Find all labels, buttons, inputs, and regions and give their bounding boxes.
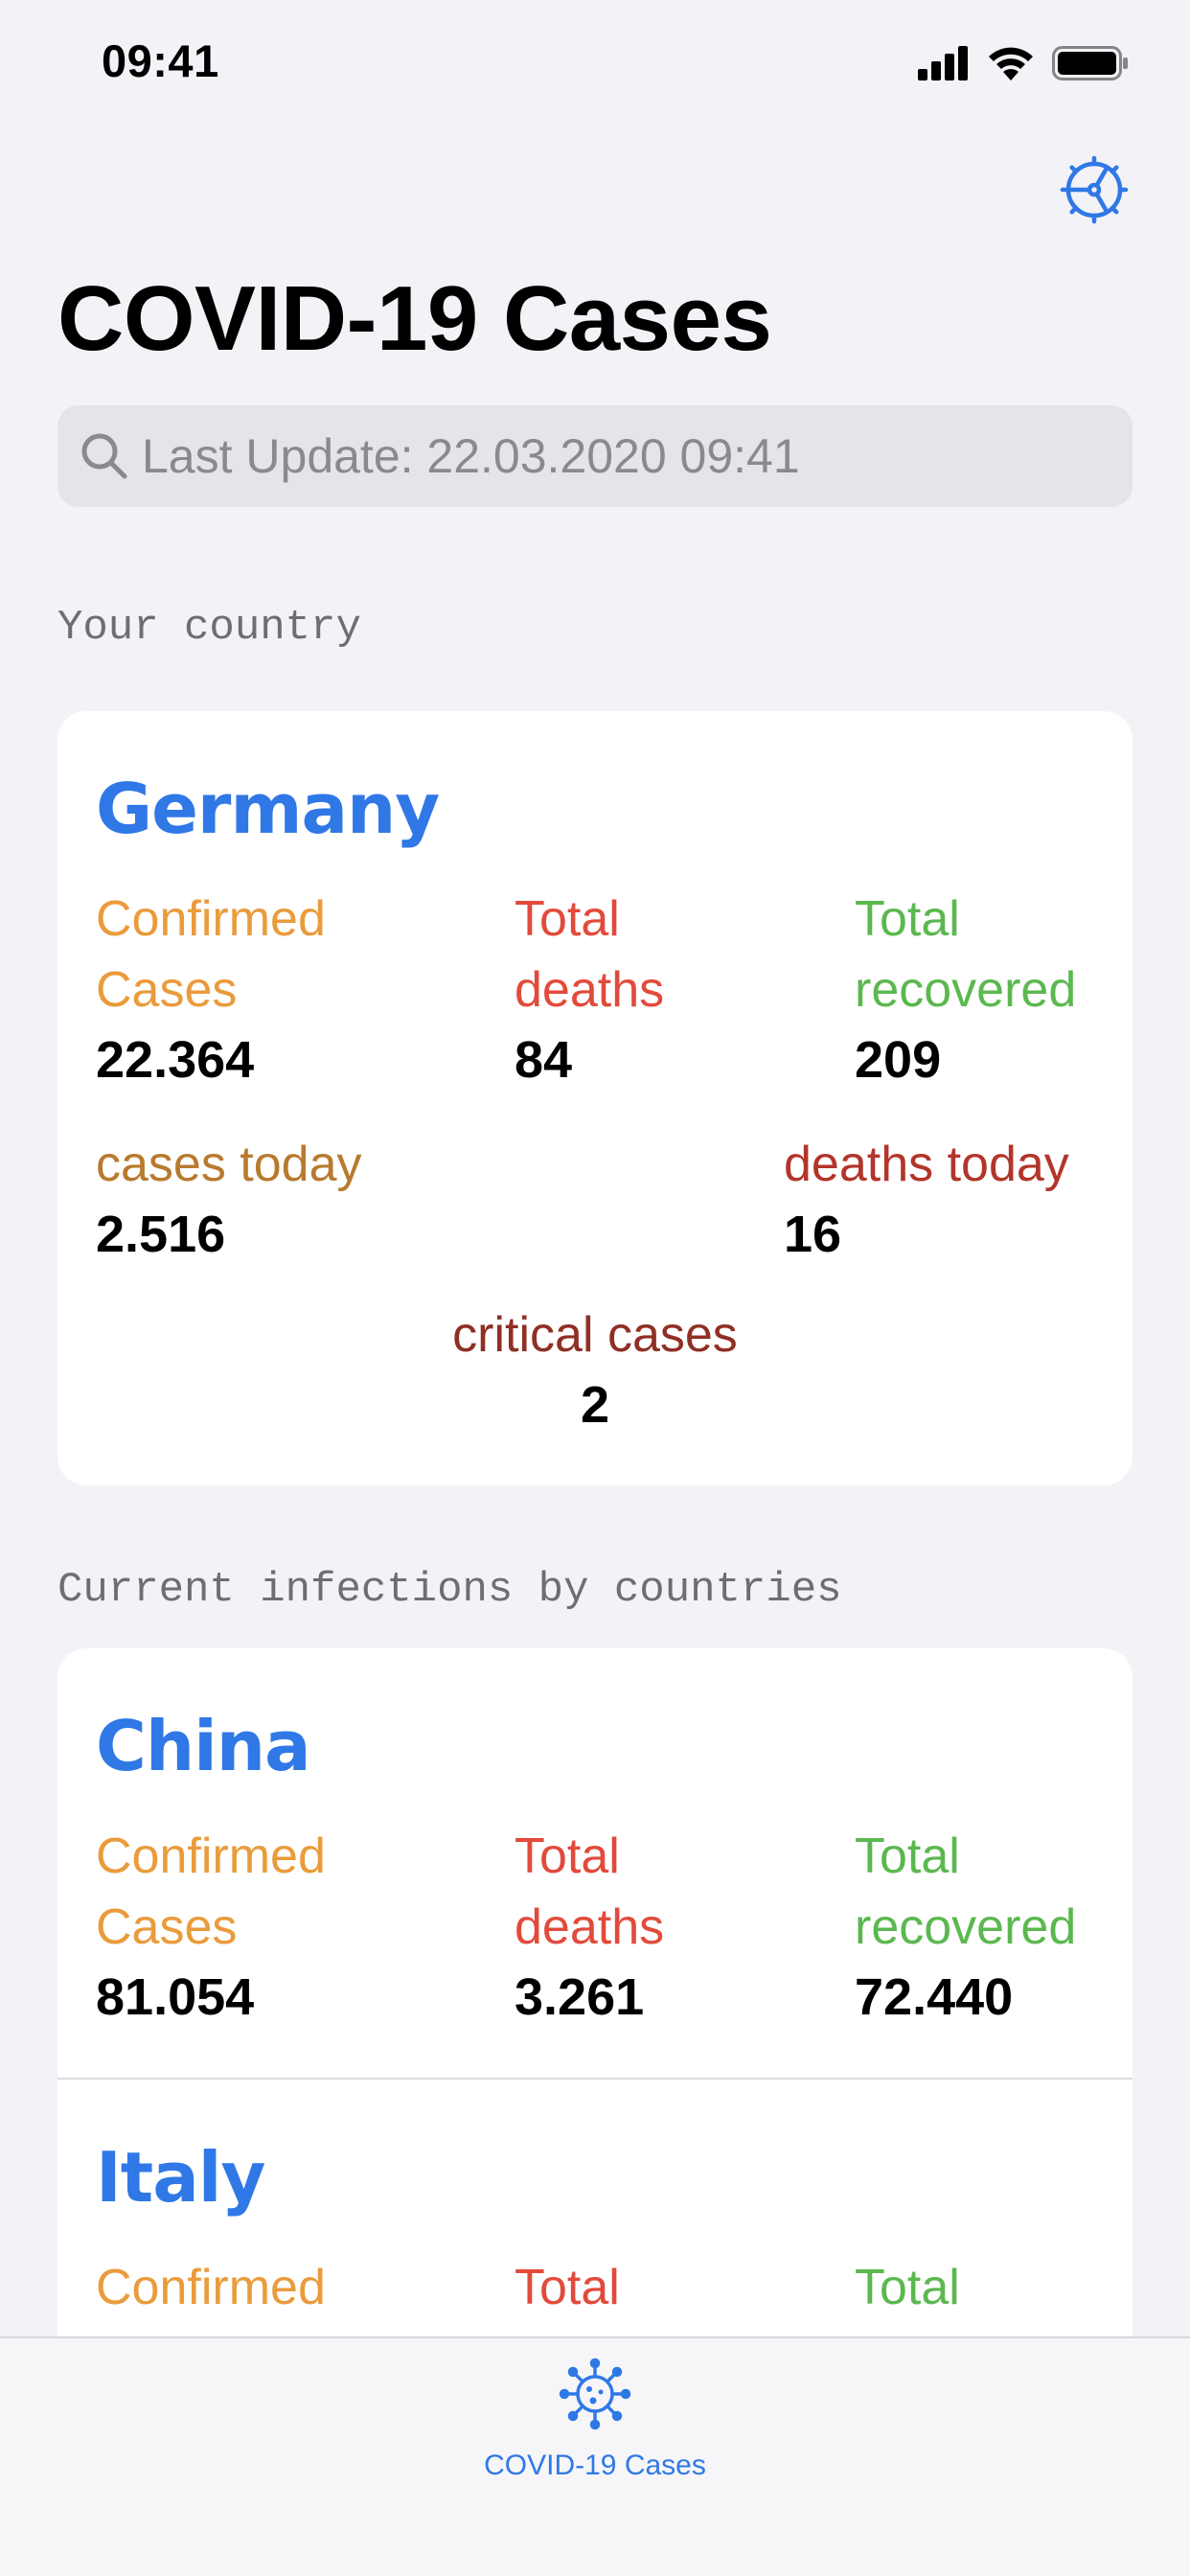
stat-deaths: Total [515, 2252, 706, 2323]
gear-icon[interactable] [1058, 153, 1131, 226]
stat-label-deaths: Total deaths [515, 891, 665, 1018]
stat-label-critical: critical cases [452, 1307, 738, 1363]
tab-label: COVID-19 Cases [484, 2450, 706, 2481]
stat-label-confirmed: Confirmed Cases [96, 891, 326, 1018]
tab-bar: COVID-19 Cases [0, 2336, 1190, 2576]
stat-deaths-today: deaths today 16 [784, 1129, 1110, 1269]
stat-value-recovered: 209 [855, 1031, 942, 1089]
country-card-germany[interactable]: Germany Confirmed Cases 22.364 Total dea… [57, 711, 1133, 1485]
virus-icon [559, 2358, 631, 2430]
stat-confirmed: Confirmed Cases 22.364 [96, 884, 498, 1094]
stat-recovered: Total recovered 72.440 [855, 1821, 1104, 2032]
country-name: Italy [96, 2137, 265, 2218]
stat-label-deaths: Total [515, 2260, 620, 2315]
cellular-signal-icon [918, 46, 968, 80]
screen: 09:41 COVID-19 Cases Last Update: 22.03.… [0, 0, 1190, 2576]
status-time: 09:41 [102, 35, 219, 86]
list-item[interactable]: China Confirmed Cases 81.054 Total death… [57, 1648, 1133, 2078]
list-item[interactable]: Italy Confirmed Total Total [57, 2080, 1133, 2377]
stat-label-deaths-today: deaths today [784, 1137, 1069, 1192]
stat-value-cases-today: 2.516 [96, 1206, 226, 1263]
wifi-icon [989, 47, 1033, 80]
stat-label-recovered: Total recovered [855, 1828, 1077, 1955]
stat-confirmed: Confirmed [96, 2252, 498, 2323]
stat-recovered: Total recovered 209 [855, 884, 1104, 1094]
stat-recovered: Total [855, 2252, 1104, 2323]
country-name: Germany [96, 769, 440, 849]
stat-label-recovered: Total [855, 2260, 960, 2315]
stat-value-confirmed: 22.364 [96, 1031, 255, 1089]
stat-deaths: Total deaths 84 [515, 884, 706, 1094]
stat-label-cases-today: cases today [96, 1137, 362, 1192]
search-bar[interactable] [57, 405, 1133, 507]
stat-label-confirmed: Confirmed Cases [96, 1828, 326, 1955]
page-title: COVID-19 Cases [57, 267, 772, 370]
stat-label-recovered: Total recovered [855, 891, 1077, 1018]
tab-covid-cases[interactable]: COVID-19 Cases [451, 2354, 739, 2497]
stat-label-deaths: Total deaths [515, 1828, 665, 1955]
stat-value-confirmed: 81.054 [96, 1968, 255, 2026]
search-icon [81, 433, 127, 479]
stat-value-deaths-today: 16 [784, 1206, 842, 1263]
stat-value-deaths: 3.261 [515, 1968, 645, 2026]
countries-list: China Confirmed Cases 81.054 Total death… [57, 1648, 1133, 2377]
stat-value-recovered: 72.440 [855, 1968, 1014, 2026]
stat-deaths: Total deaths 3.261 [515, 1821, 706, 2032]
battery-icon [1052, 46, 1128, 80]
search-input[interactable] [142, 405, 1100, 507]
section-header-by-countries: Current infections by countries [57, 1566, 842, 1614]
status-bar: 09:41 [0, 0, 1190, 126]
section-header-your-country: Your country [57, 604, 361, 652]
country-name: China [96, 1706, 311, 1786]
stat-value-deaths: 84 [515, 1031, 573, 1089]
stat-label-confirmed: Confirmed [96, 2260, 326, 2315]
stat-confirmed: Confirmed Cases 81.054 [96, 1821, 498, 2032]
stat-critical: critical cases 2 [355, 1300, 835, 1439]
stat-cases-today: cases today 2.516 [96, 1129, 498, 1269]
stat-value-critical: 2 [580, 1376, 610, 1434]
